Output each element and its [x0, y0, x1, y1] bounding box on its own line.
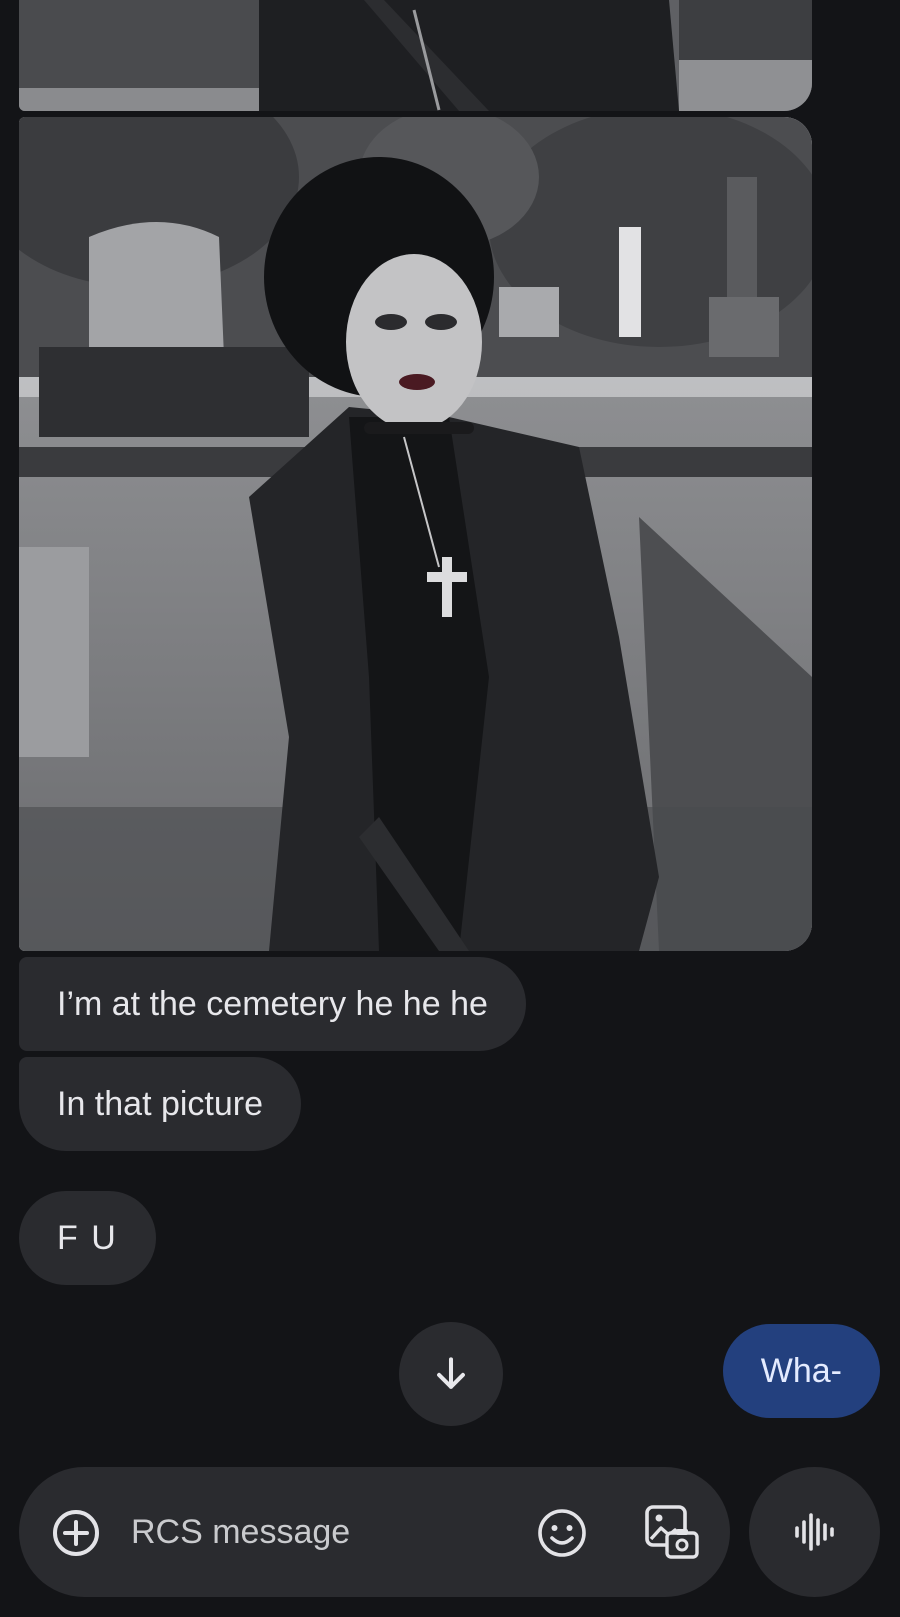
gallery-camera-button[interactable]	[643, 1503, 701, 1561]
emoji-button[interactable]	[536, 1507, 588, 1559]
photo-attachment-main[interactable]	[19, 117, 812, 951]
voice-message-button[interactable]	[749, 1467, 880, 1597]
message-text: I’m at the cemetery he he he	[57, 985, 488, 1023]
message-input[interactable]	[131, 1502, 491, 1562]
message-text: In that picture	[57, 1085, 264, 1123]
scroll-to-bottom-button[interactable]	[399, 1322, 503, 1426]
plus-circle-icon	[53, 1510, 99, 1556]
message-text: Wha-	[760, 1352, 842, 1390]
emoji-icon	[538, 1509, 586, 1557]
photo-top-image	[19, 0, 812, 111]
photo-attachment-top[interactable]	[19, 0, 812, 111]
outgoing-message-bubble[interactable]: Wha-	[722, 1324, 880, 1418]
arrow-down-icon	[437, 1357, 465, 1389]
add-attachment-button[interactable]	[51, 1508, 101, 1558]
voice-waveform-icon	[794, 1513, 834, 1551]
incoming-message-bubble[interactable]: F U	[19, 1191, 156, 1285]
message-text: F U	[57, 1219, 118, 1257]
message-composer	[19, 1467, 730, 1597]
gallery-icon	[645, 1505, 699, 1559]
incoming-message-bubble[interactable]: In that picture	[19, 1057, 302, 1151]
photo-main-image	[19, 117, 812, 951]
incoming-message-bubble[interactable]: I’m at the cemetery he he he	[19, 957, 526, 1051]
